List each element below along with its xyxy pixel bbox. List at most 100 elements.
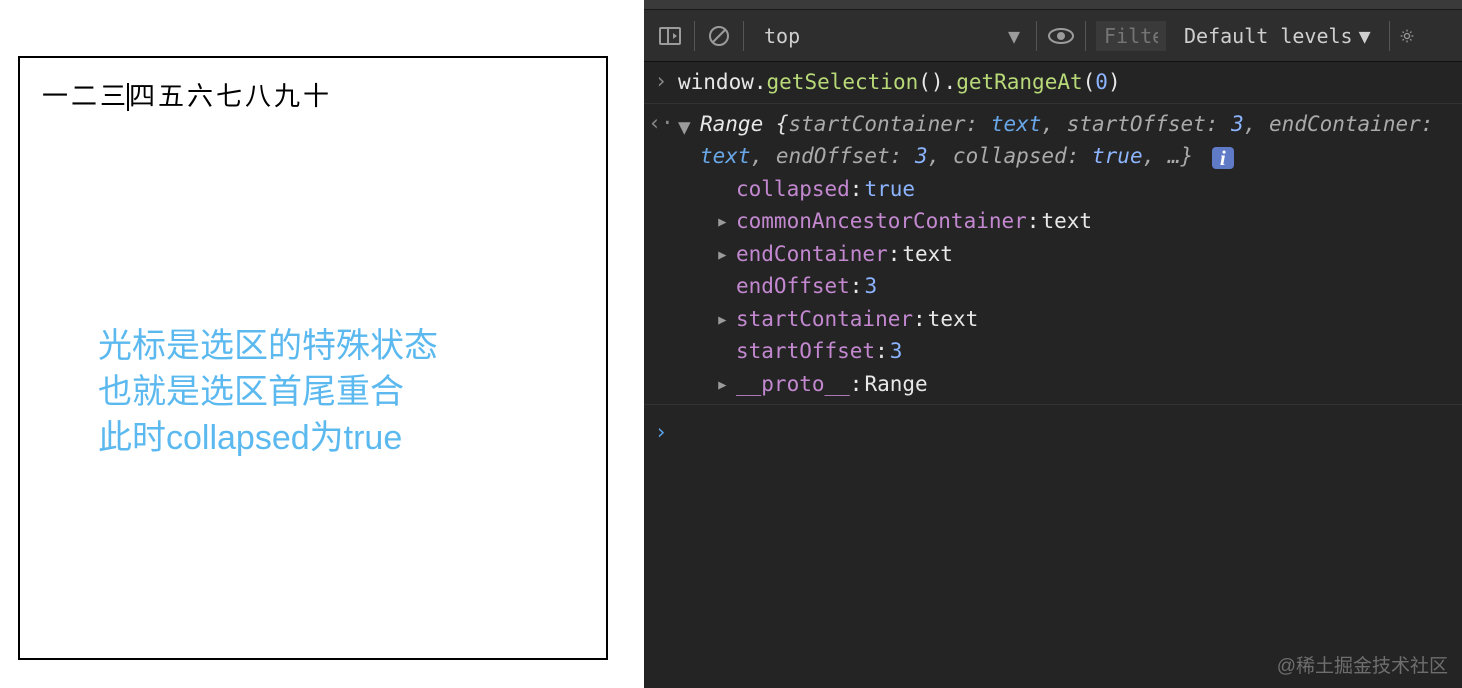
property-value: text — [902, 238, 953, 271]
property-key: commonAncestorContainer — [736, 205, 1027, 238]
console-prompt-row[interactable]: › — [644, 405, 1462, 450]
annotation-line: 光标是选区的特殊状态 — [98, 327, 438, 365]
summary-prop-value: 3 — [915, 144, 928, 168]
summary-prop-value: text — [700, 144, 751, 168]
property-value: text — [928, 303, 979, 336]
toolbar-divider — [1389, 21, 1390, 51]
token-number: 0 — [1095, 70, 1108, 94]
annotation-line: 此时collapsed为true — [98, 419, 402, 457]
token-dot: . — [754, 70, 767, 94]
summary-sep: , — [1041, 112, 1066, 136]
console-prompt-input[interactable] — [678, 413, 1462, 450]
settings-gear-icon[interactable] — [1400, 22, 1414, 50]
object-property-row: startOffset: 3 — [716, 335, 1454, 368]
property-colon: : — [1027, 205, 1040, 238]
summary-colon: : — [966, 112, 991, 136]
token-paren: ( — [1083, 70, 1096, 94]
summary-sep: , — [751, 144, 776, 168]
console-result: ▼ Range {startContainer: text, startOffs… — [678, 104, 1462, 405]
page-preview: 一二三四五六七八九十 光标是选区的特殊状态 也就是选区首尾重合 此时collap… — [0, 0, 644, 688]
property-value: text — [1041, 205, 1092, 238]
token-paren: ) — [1108, 70, 1121, 94]
summary-prop-value: text — [991, 112, 1042, 136]
log-level-select[interactable]: Default levels ▼ — [1176, 24, 1379, 48]
property-colon: : — [875, 335, 888, 368]
object-property-row[interactable]: ▸commonAncestorContainer: text — [716, 205, 1454, 238]
token-object: window — [678, 70, 754, 94]
editable-text-box[interactable]: 一二三四五六七八九十 光标是选区的特殊状态 也就是选区首尾重合 此时collap… — [18, 56, 608, 660]
toolbar-divider — [743, 21, 744, 51]
info-badge-icon[interactable]: i — [1212, 147, 1234, 169]
object-summary[interactable]: ▼ Range {startContainer: text, startOffs… — [678, 108, 1454, 173]
summary-prop-key: endOffset — [776, 144, 890, 168]
object-property-row: collapsed: true — [716, 173, 1454, 206]
context-label: top — [764, 24, 800, 48]
execution-context-select[interactable]: top ▼ — [754, 24, 1026, 48]
brace: { — [763, 112, 788, 136]
summary-prop-value: 3 — [1231, 112, 1244, 136]
console-body: › window.getSelection().getRangeAt(0) ‹·… — [644, 62, 1462, 688]
summary-prop-key: startContainer — [789, 112, 966, 136]
property-colon: : — [850, 173, 863, 206]
editable-text[interactable]: 一二三四五六七八九十 — [42, 76, 332, 113]
property-expander-icon[interactable]: ▸ — [716, 303, 736, 336]
summary-colon: : — [1206, 112, 1231, 136]
property-expander-icon[interactable]: ▸ — [716, 238, 736, 271]
summary-prop-value: true — [1092, 144, 1143, 168]
property-key: collapsed — [736, 173, 850, 206]
property-key: endContainer — [736, 238, 888, 271]
object-property-row: endOffset: 3 — [716, 270, 1454, 303]
annotation-line: 也就是选区首尾重合 — [98, 373, 404, 411]
property-key: endOffset — [736, 270, 850, 303]
token-parens: () — [918, 70, 943, 94]
property-expander-icon[interactable]: ▸ — [716, 368, 736, 401]
text-before-caret: 一二三 — [42, 81, 129, 111]
clear-console-icon[interactable] — [705, 22, 733, 50]
console-filter-input[interactable] — [1096, 21, 1166, 51]
level-label: Default levels — [1184, 24, 1353, 48]
object-ellipsis: , …} — [1143, 144, 1194, 168]
property-value: true — [864, 173, 915, 206]
summary-prop-key: startOffset — [1067, 112, 1206, 136]
input-chevron-icon: › — [644, 62, 678, 103]
property-expander-icon[interactable]: ▸ — [716, 205, 736, 238]
summary-prop-key: collapsed — [953, 144, 1067, 168]
summary-sep: , — [928, 144, 953, 168]
toggle-sidebar-icon[interactable] — [656, 22, 684, 50]
property-colon: : — [913, 303, 926, 336]
console-result-row: ‹· ▼ Range {startContainer: text, startO… — [644, 104, 1462, 406]
property-colon: : — [850, 368, 863, 401]
console-input-expression[interactable]: window.getSelection().getRangeAt(0) — [678, 62, 1462, 103]
console-input-row: › window.getSelection().getRangeAt(0) — [644, 62, 1462, 104]
toolbar-divider — [1036, 21, 1037, 51]
property-colon: : — [850, 270, 863, 303]
prompt-chevron-icon: › — [644, 413, 678, 450]
property-key: startContainer — [736, 303, 913, 336]
live-expression-icon[interactable] — [1047, 22, 1075, 50]
token-dot: . — [944, 70, 957, 94]
property-value: Range — [864, 368, 927, 401]
devtools-tabstrip — [644, 0, 1462, 10]
object-properties: collapsed: true▸commonAncestorContainer:… — [678, 173, 1454, 401]
token-method: getRangeAt — [956, 70, 1082, 94]
chevron-down-icon: ▼ — [1359, 24, 1371, 48]
summary-sep: , — [1244, 112, 1269, 136]
object-type: Range — [700, 112, 763, 136]
summary-colon: : — [890, 144, 915, 168]
expand-toggle-icon[interactable]: ▼ — [678, 108, 700, 173]
output-chevron-icon: ‹· — [644, 104, 678, 405]
property-value: 3 — [864, 270, 877, 303]
summary-prop-key: endContainer — [1269, 112, 1421, 136]
property-colon: : — [888, 238, 901, 271]
summary-colon: : — [1067, 144, 1092, 168]
property-value: 3 — [890, 335, 903, 368]
devtools-panel: top ▼ Default levels ▼ › window.getSelec… — [644, 0, 1462, 688]
object-property-row[interactable]: ▸__proto__: Range — [716, 368, 1454, 401]
property-key: __proto__ — [736, 368, 850, 401]
watermark: @稀土掘金技术社区 — [1277, 651, 1448, 678]
text-after-caret: 四五六七八九十 — [129, 81, 332, 111]
toolbar-divider — [694, 21, 695, 51]
object-property-row[interactable]: ▸startContainer: text — [716, 303, 1454, 336]
object-property-row[interactable]: ▸endContainer: text — [716, 238, 1454, 271]
toolbar-divider — [1085, 21, 1086, 51]
